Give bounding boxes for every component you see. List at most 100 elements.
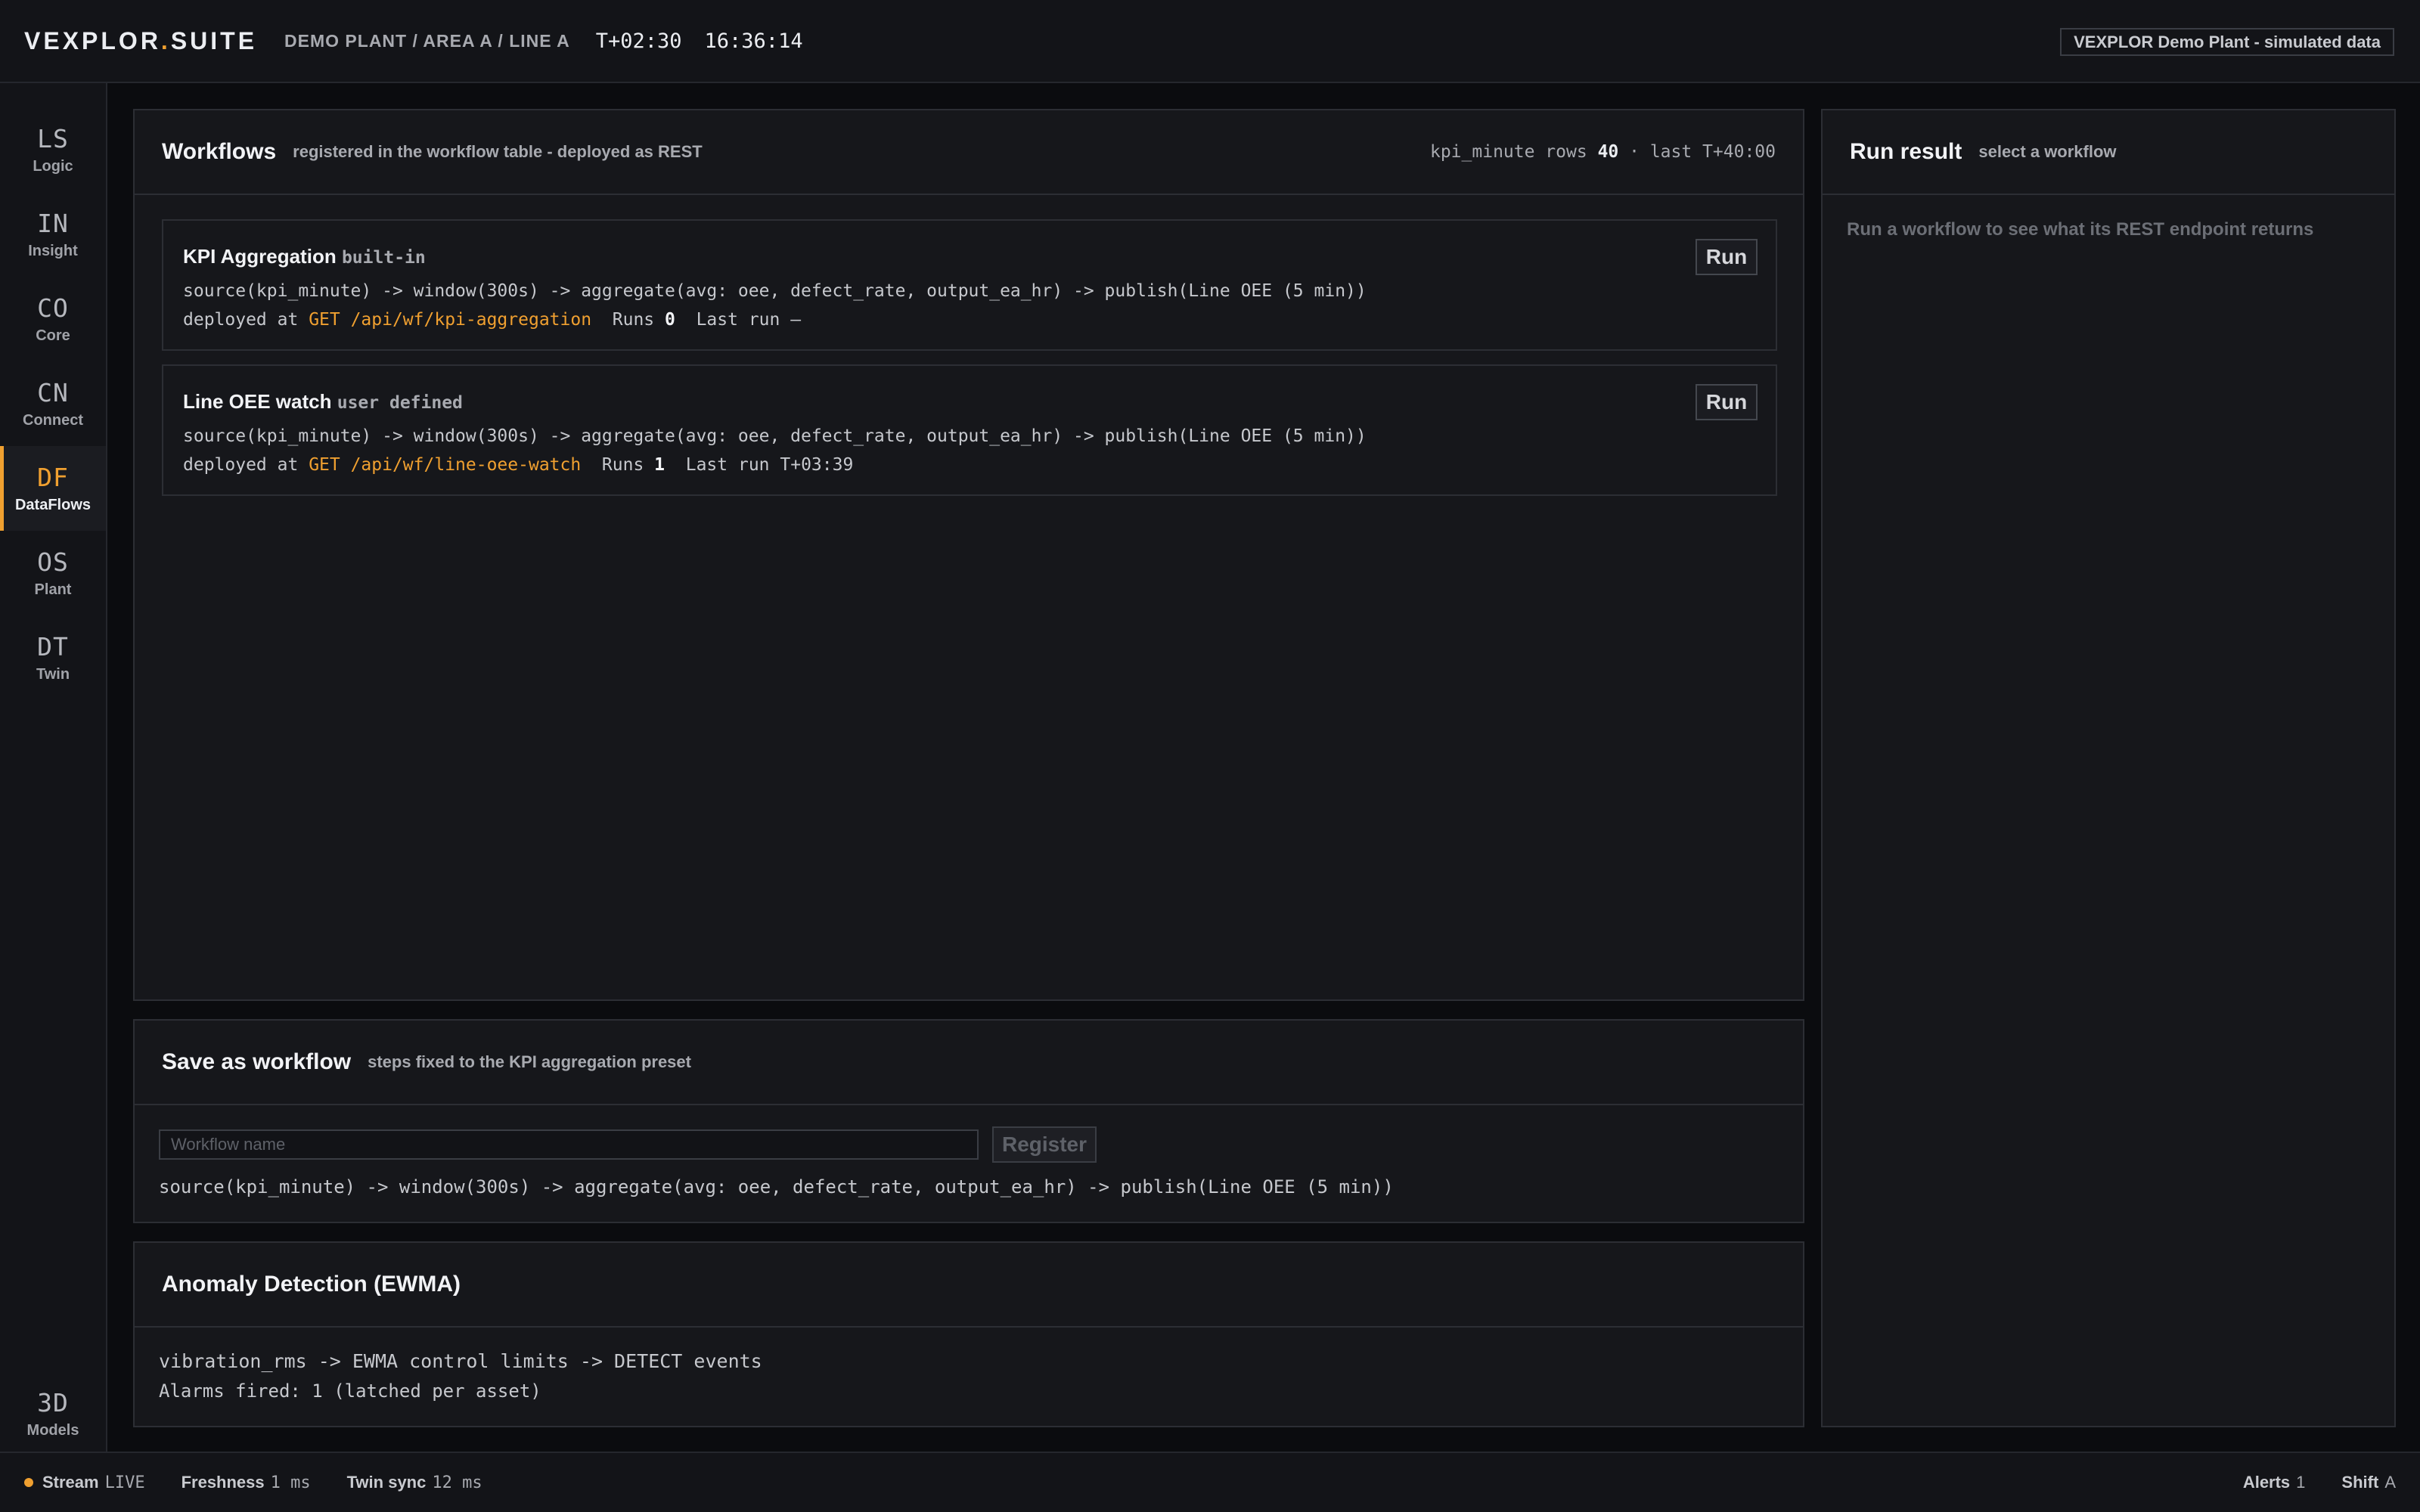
runs-label: Runs: [601, 455, 644, 475]
time-offset: T+02:30: [595, 29, 682, 53]
sidebar-item-core[interactable]: CO Core: [0, 277, 106, 361]
run-button[interactable]: Run: [1696, 239, 1758, 275]
anomaly-header: Anomaly Detection (EWMA): [135, 1243, 1803, 1328]
run-result-panel: Run result select a workflow Run a workf…: [1821, 109, 2396, 1427]
sidebar-item-dataflows[interactable]: DF DataFlows: [0, 446, 106, 531]
workflow-card[interactable]: KPI Aggregation built-in source(kpi_minu…: [162, 219, 1777, 351]
sidebar-item-plant[interactable]: OS Plant: [0, 531, 106, 615]
panel-title: Workflows: [162, 139, 277, 164]
sidebar-item-insight[interactable]: IN Insight: [0, 192, 106, 277]
workflows-header: Workflows registered in the workflow tab…: [135, 110, 1803, 195]
workflow-card[interactable]: Line OEE watch user defined source(kpi_m…: [162, 364, 1777, 496]
kpi-last-update: · last T+40:00: [1629, 142, 1776, 162]
alerts-value: 1: [2296, 1473, 2306, 1492]
workflow-name: Line OEE watch: [183, 390, 332, 413]
register-button[interactable]: Register: [992, 1126, 1097, 1163]
workflows-panel: Workflows registered in the workflow tab…: [133, 109, 1804, 1001]
workflow-name-input[interactable]: [159, 1129, 979, 1160]
sidebar-item-models[interactable]: 3D Models: [0, 1371, 106, 1456]
workflow-tag: built-in: [341, 248, 426, 268]
sidebar-item-label: Connect: [23, 412, 83, 429]
live-dot-icon: [24, 1478, 33, 1487]
brand-dot: .: [160, 26, 171, 54]
freshness-value: 1 ms: [270, 1473, 311, 1492]
save-workflow-header: Save as workflow steps fixed to the KPI …: [135, 1021, 1803, 1105]
sidebar-item-twin[interactable]: DT Twin: [0, 615, 106, 700]
last-run-label: Last run: [696, 310, 780, 330]
workflow-steps: source(kpi_minute) -> window(300s) -> ag…: [183, 426, 1367, 446]
save-workflow-panel: Save as workflow steps fixed to the KPI …: [133, 1019, 1804, 1223]
panel-subtitle: select a workflow: [1978, 142, 2117, 161]
workflow-tag: user defined: [337, 393, 463, 413]
status-right: Alerts 1 Shift A: [2207, 1473, 2396, 1492]
brand-logo[interactable]: VEXPLOR.SUITE: [24, 27, 257, 55]
brand-name: VEXPLOR: [24, 26, 161, 54]
stream-value: LIVE: [104, 1473, 145, 1492]
kpi-rows-count: 40: [1597, 142, 1619, 162]
shift-value: A: [2384, 1473, 2396, 1492]
twin-sync-status: Twin sync 12 ms: [347, 1473, 482, 1492]
sidebar-item-label: Logic: [33, 158, 73, 175]
sidebar-item-code: 3D: [37, 1388, 69, 1418]
alerts-label: Alerts: [2242, 1473, 2291, 1492]
sidebar-item-code: CO: [37, 293, 69, 323]
panel-title: Save as workflow: [162, 1049, 352, 1074]
sidebar-item-label: Core: [36, 327, 70, 344]
sidebar-item-connect[interactable]: CN Connect: [0, 361, 106, 446]
sidebar-item-code: IN: [37, 209, 69, 238]
runs-count: 0: [665, 310, 675, 330]
stream-status: Stream LIVE: [42, 1473, 145, 1492]
freshness-status: Freshness 1 ms: [182, 1473, 311, 1492]
breadcrumb[interactable]: DEMO PLANT / AREA A / LINE A: [284, 31, 570, 51]
sidebar-item-logic[interactable]: LS Logic: [0, 107, 106, 192]
anomaly-pipeline: vibration_rms -> EWMA control limits -> …: [159, 1350, 762, 1372]
workflow-endpoint[interactable]: GET /api/wf/kpi-aggregation: [309, 310, 591, 330]
top-bar: VEXPLOR.SUITE DEMO PLANT / AREA A / LINE…: [0, 0, 2420, 83]
sidebar-item-label: DataFlows: [14, 497, 92, 513]
twin-sync-value: 12 ms: [432, 1473, 482, 1492]
kpi-rows-meta: kpi_minute rows 40 · last T+40:00: [1430, 142, 1776, 162]
runs-label: Runs: [612, 310, 655, 330]
workflow-steps: source(kpi_minute) -> window(300s) -> ag…: [183, 281, 1367, 301]
workflow-deploy-info: deployed at GET /api/wf/line-oee-watch R…: [183, 455, 853, 475]
sidebar-item-label: Insight: [28, 243, 78, 259]
alerts-status[interactable]: Alerts 1: [2243, 1473, 2306, 1492]
deployed-label: deployed at: [183, 455, 299, 475]
sidebar-item-label: Twin: [36, 666, 70, 683]
sidebar-item-code: CN: [37, 378, 69, 407]
sidebar-item-label: Plant: [34, 581, 72, 598]
sidebar-item-code: DT: [37, 632, 69, 662]
last-run-value: –: [790, 310, 802, 330]
workflow-name-row: KPI Aggregation built-in: [183, 245, 426, 268]
shift-label: Shift: [2341, 1473, 2379, 1492]
clock: 16:36:14: [704, 29, 803, 53]
runs-count: 1: [654, 455, 666, 475]
workflow-name: KPI Aggregation: [183, 245, 337, 268]
panel-title: Anomaly Detection (EWMA): [162, 1272, 461, 1297]
twin-sync-label: Twin sync: [346, 1473, 427, 1492]
kpi-rows-label: kpi_minute rows: [1429, 142, 1587, 162]
deployed-label: deployed at: [183, 310, 299, 330]
environment-badge: VEXPLOR Demo Plant - simulated data: [2060, 28, 2394, 56]
last-run-value: T+03:39: [780, 455, 854, 475]
freshness-label: Freshness: [181, 1473, 265, 1492]
status-bar: Stream LIVE Freshness 1 ms Twin sync 12 ms …: [0, 1452, 2420, 1512]
stream-label: Stream: [42, 1473, 99, 1492]
alarms-fired: Alarms fired: 1 (latched per asset): [159, 1380, 541, 1402]
sidebar-item-code: LS: [37, 124, 69, 153]
workflow-endpoint[interactable]: GET /api/wf/line-oee-watch: [309, 455, 581, 475]
run-button[interactable]: Run: [1696, 384, 1758, 420]
anomaly-panel: Anomaly Detection (EWMA) vibration_rms -…: [133, 1241, 1804, 1427]
brand-suite: SUITE: [170, 26, 258, 54]
sidebar-item-label: Models: [26, 1422, 79, 1439]
panel-title: Run result: [1850, 139, 1962, 164]
shift-status: Shift A: [2341, 1473, 2396, 1492]
panel-subtitle: steps fixed to the KPI aggregation prese…: [368, 1052, 691, 1071]
sidebar-item-code: DF: [37, 463, 69, 492]
workflow-deploy-info: deployed at GET /api/wf/kpi-aggregation …: [183, 310, 801, 330]
last-run-label: Last run: [685, 455, 770, 475]
preset-steps: source(kpi_minute) -> window(300s) -> ag…: [159, 1176, 1394, 1198]
run-result-header: Run result select a workflow: [1823, 110, 2394, 195]
panel-subtitle: registered in the workflow table - deplo…: [293, 142, 703, 161]
sidebar-item-code: OS: [37, 547, 69, 577]
